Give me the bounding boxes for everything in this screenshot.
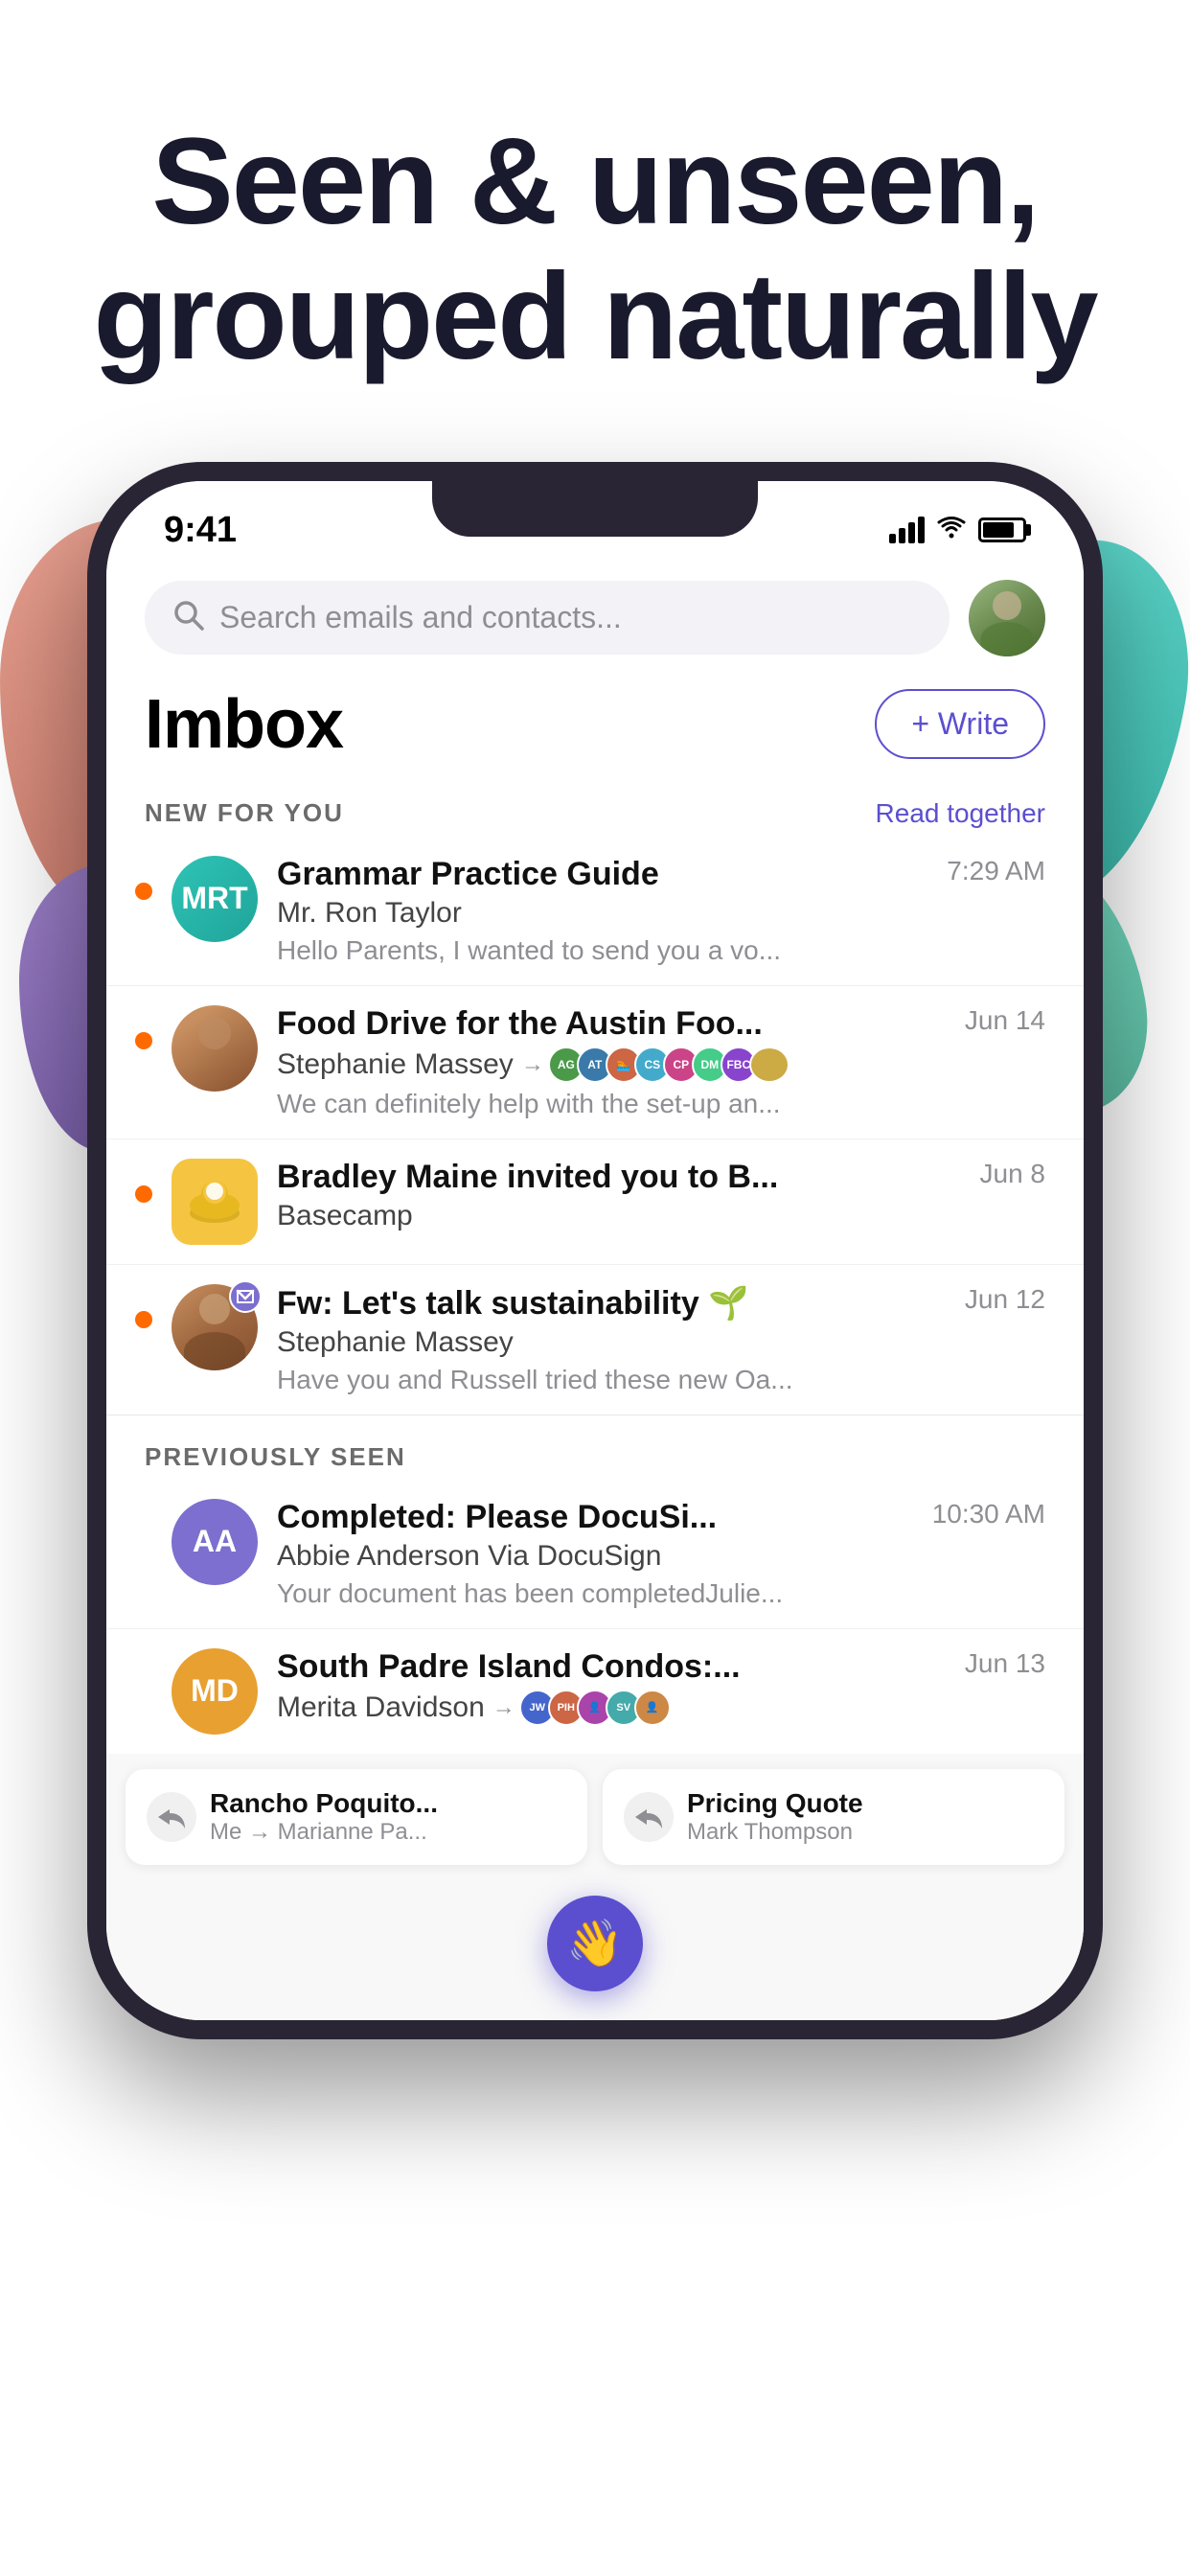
- email-avatar: [172, 1284, 258, 1370]
- email-item[interactable]: Food Drive for the Austin Foo... Jun 14 …: [106, 986, 1084, 1139]
- email-preview: Have you and Russell tried these new Oa.…: [277, 1365, 1045, 1395]
- email-sender: Stephanie Massey → AG AT 🏊 CS CP DM FBC: [277, 1046, 1045, 1083]
- email-avatar-basecamp: [172, 1159, 258, 1245]
- email-preview: Hello Parents, I wanted to send you a vo…: [277, 935, 1045, 966]
- email-avatar: MRT: [172, 856, 258, 942]
- card-subtitle: Me → Marianne Pa...: [210, 1819, 566, 1846]
- unread-indicator: [135, 1032, 152, 1049]
- email-time: 10:30 AM: [932, 1499, 1045, 1530]
- status-time: 9:41: [164, 510, 237, 551]
- unread-indicator: [135, 1311, 152, 1328]
- email-item[interactable]: Fw: Let's talk sustainability 🌱 Jun 12 S…: [106, 1265, 1084, 1415]
- card-reply-icon: [147, 1792, 196, 1842]
- write-button[interactable]: + Write: [875, 689, 1045, 759]
- email-subject: Bradley Maine invited you to B...: [277, 1159, 965, 1196]
- write-button-label: + Write: [911, 706, 1009, 742]
- status-icons: [889, 515, 1026, 545]
- email-body: South Padre Island Condos:... Jun 13 Mer…: [277, 1648, 1045, 1732]
- fab-button[interactable]: 👋: [547, 1896, 643, 1991]
- recipient-avatars: AG AT 🏊 CS CP DM FBC: [556, 1046, 790, 1083]
- email-body: Grammar Practice Guide 7:29 AM Mr. Ron T…: [277, 856, 1045, 966]
- card-subtitle-2: Mark Thompson: [687, 1819, 1043, 1846]
- phone-frame: 9:41: [87, 462, 1103, 2039]
- wifi-icon: [936, 515, 967, 545]
- hero-section: Seen & unseen, grouped naturally: [0, 0, 1190, 462]
- card-content-2: Pricing Quote Mark Thompson: [687, 1788, 1043, 1846]
- previously-seen-section-header: PREVIOUSLY SEEN: [106, 1427, 1084, 1480]
- card-reply-icon-2: [624, 1792, 674, 1842]
- search-icon: [172, 598, 206, 637]
- phone-notch: [432, 481, 758, 537]
- email-time: 7:29 AM: [947, 856, 1045, 886]
- recipient-avatars: JW PIH 👤 SV 👤: [527, 1690, 671, 1726]
- bottom-card-pricing[interactable]: Pricing Quote Mark Thompson: [603, 1769, 1064, 1865]
- email-body: Fw: Let's talk sustainability 🌱 Jun 12 S…: [277, 1284, 1045, 1395]
- bottom-card-rancho[interactable]: Rancho Poquito... Me → Marianne Pa...: [126, 1769, 587, 1865]
- imbox-title: Imbox: [145, 685, 343, 764]
- email-avatar: MD: [172, 1648, 258, 1735]
- bottom-cards-row: Rancho Poquito... Me → Marianne Pa... Pr: [106, 1754, 1084, 1880]
- email-avatar: [172, 1005, 258, 1092]
- email-preview: Your document has been completedJulie...: [277, 1578, 1045, 1609]
- read-together-action[interactable]: Read together: [876, 798, 1045, 829]
- email-subject: Fw: Let's talk sustainability 🌱: [277, 1284, 950, 1322]
- unread-indicator: [135, 883, 152, 900]
- card-content: Rancho Poquito... Me → Marianne Pa...: [210, 1788, 566, 1846]
- imbox-header: Imbox + Write: [106, 666, 1084, 783]
- email-avatar: AA: [172, 1499, 258, 1585]
- email-subject: South Padre Island Condos:...: [277, 1648, 950, 1686]
- email-time: Jun 14: [965, 1005, 1045, 1036]
- email-sender: Basecamp: [277, 1200, 1045, 1232]
- unread-indicator: [135, 1185, 152, 1203]
- app-content: Search emails and contacts... Imbox + Wr…: [106, 561, 1084, 2020]
- hero-title: Seen & unseen, grouped naturally: [77, 115, 1113, 385]
- email-sender: Abbie Anderson Via DocuSign: [277, 1540, 1045, 1573]
- email-item[interactable]: MD South Padre Island Condos:... Jun 13 …: [106, 1629, 1084, 1754]
- email-preview: We can definitely help with the set-up a…: [277, 1089, 1045, 1119]
- search-placeholder-text: Search emails and contacts...: [219, 600, 622, 635]
- phone-screen: 9:41: [106, 481, 1084, 2020]
- email-item[interactable]: MRT Grammar Practice Guide 7:29 AM Mr. R…: [106, 837, 1084, 986]
- fab-icon: 👋: [566, 1916, 624, 1970]
- email-subject: Grammar Practice Guide: [277, 856, 931, 893]
- card-title: Rancho Poquito...: [210, 1788, 566, 1819]
- new-for-you-label: NEW FOR YOU: [145, 798, 344, 828]
- email-subject: Completed: Please DocuSi...: [277, 1499, 917, 1536]
- fab-wrapper: 👋: [106, 1880, 1084, 2020]
- email-body: Food Drive for the Austin Foo... Jun 14 …: [277, 1005, 1045, 1119]
- card-title-2: Pricing Quote: [687, 1788, 1043, 1819]
- signal-icon: [889, 517, 925, 543]
- email-body: Completed: Please DocuSi... 10:30 AM Abb…: [277, 1499, 1045, 1609]
- email-item[interactable]: AA Completed: Please DocuSi... 10:30 AM …: [106, 1480, 1084, 1629]
- search-bar[interactable]: Search emails and contacts...: [145, 581, 950, 655]
- email-time: Jun 13: [965, 1648, 1045, 1679]
- email-sender: Stephanie Massey: [277, 1326, 1045, 1359]
- email-sender: Merita Davidson → JW PIH 👤 SV 👤: [277, 1690, 1045, 1726]
- email-time: Jun 8: [980, 1159, 1046, 1189]
- email-body: Bradley Maine invited you to B... Jun 8 …: [277, 1159, 1045, 1238]
- previously-seen-label: PREVIOUSLY SEEN: [145, 1442, 406, 1472]
- search-row: Search emails and contacts...: [106, 561, 1084, 666]
- email-subject: Food Drive for the Austin Foo...: [277, 1005, 950, 1043]
- email-time: Jun 12: [965, 1284, 1045, 1315]
- battery-icon: [978, 518, 1026, 542]
- email-item[interactable]: Bradley Maine invited you to B... Jun 8 …: [106, 1139, 1084, 1265]
- user-avatar[interactable]: [969, 580, 1045, 656]
- new-for-you-section-header: NEW FOR YOU Read together: [106, 783, 1084, 837]
- email-sender: Mr. Ron Taylor: [277, 897, 1045, 930]
